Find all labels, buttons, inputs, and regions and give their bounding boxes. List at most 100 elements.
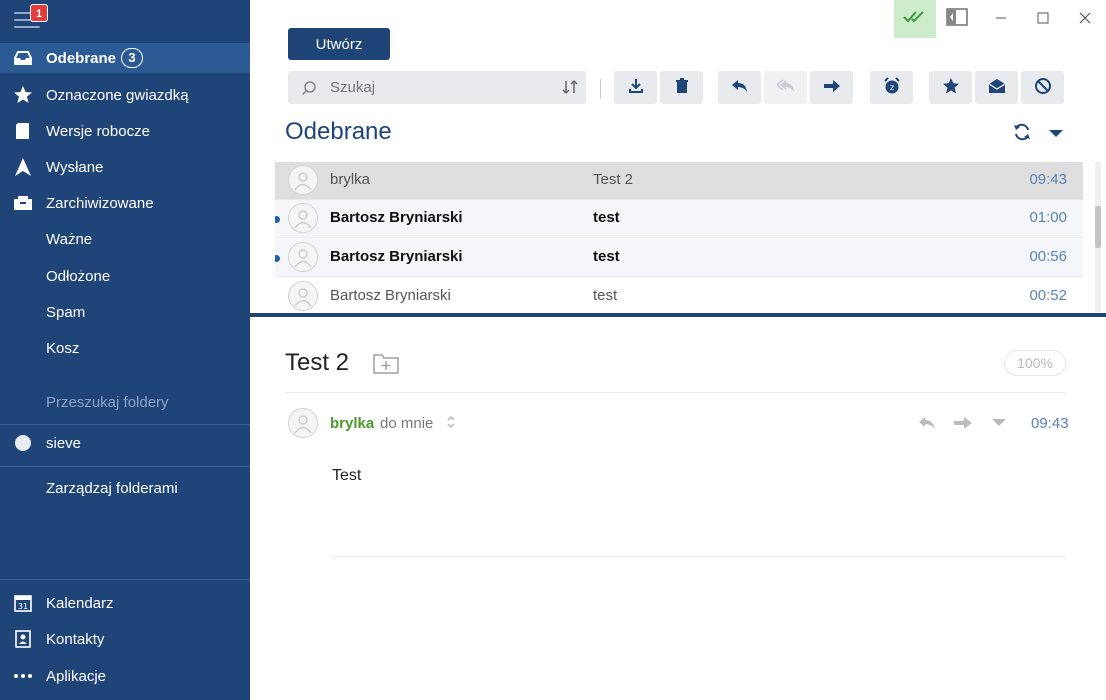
sidebar-item-label: Odłożone <box>46 267 111 285</box>
sidebar-item-calendar[interactable]: 31 Kalendarz <box>0 588 250 618</box>
sidebar-item-contacts[interactable]: Kontakty <box>0 624 250 654</box>
svg-text:31: 31 <box>18 602 28 611</box>
sync-status-button[interactable] <box>894 0 936 38</box>
sidebar-item-drafts[interactable]: Wersje robocze <box>0 116 250 146</box>
sidebar-item-label: Spam <box>46 303 86 321</box>
list-scrollbar[interactable] <box>1095 162 1101 312</box>
main-pane: Utwórz Szukaj z Odebrane brylka Test 2 0… <box>250 0 1106 700</box>
reply-icon <box>731 77 749 99</box>
search-input[interactable] <box>330 79 550 96</box>
mark-read-button[interactable] <box>975 71 1018 104</box>
message-time: 09:43 <box>1029 171 1067 188</box>
avatar <box>288 242 318 272</box>
panel-toggle-icon <box>946 8 968 30</box>
unread-dot-icon <box>275 255 280 262</box>
star-icon <box>942 77 960 99</box>
double-check-icon <box>903 10 927 28</box>
maximize-button[interactable] <box>1030 0 1056 38</box>
block-icon <box>1034 77 1052 99</box>
account-label: sieve <box>46 434 82 452</box>
sidebar-item-trash[interactable]: Kosz <box>0 333 250 363</box>
divider <box>332 556 1066 557</box>
recipient-label: do mnie <box>380 415 434 432</box>
sidebar-item-snoozed[interactable]: Odłożone <box>0 261 250 291</box>
message-time: 01:00 <box>1029 209 1067 226</box>
sidebar-item-label: Zarchiwizowane <box>46 194 154 212</box>
reply-all-button[interactable] <box>764 71 807 104</box>
sidebar-item-starred[interactable]: Oznaczone gwiazdką <box>0 80 250 110</box>
reply-icon[interactable] <box>916 412 938 434</box>
draft-icon <box>0 121 46 141</box>
zoom-level[interactable]: 100% <box>1004 350 1066 376</box>
expand-details-icon[interactable] <box>446 414 456 434</box>
toggle-panel-button[interactable] <box>942 0 972 38</box>
message-row[interactable]: Bartosz Bryniarski test 00:52 <box>275 278 1083 314</box>
calendar-icon: 31 <box>0 593 46 613</box>
close-window-button[interactable] <box>1072 0 1098 38</box>
message-sender: Bartosz Bryniarski <box>330 248 463 265</box>
folder-title: Odebrane <box>285 118 392 145</box>
alarm-clock-icon: z <box>883 76 901 99</box>
minimize-button[interactable] <box>988 0 1014 38</box>
star-button[interactable] <box>929 71 972 104</box>
download-icon <box>627 77 645 99</box>
maximize-icon <box>1037 11 1049 28</box>
message-list: brylka Test 2 09:43 Bartosz Bryniarski t… <box>275 162 1083 314</box>
sidebar-item-inbox[interactable]: Odebrane 3 <box>0 43 250 73</box>
sidebar-item-label: Kalendarz <box>46 594 114 612</box>
account-status-icon <box>15 435 31 451</box>
refresh-icon[interactable] <box>1012 122 1032 146</box>
sidebar-item-archived[interactable]: Zarchiwizowane <box>0 188 250 218</box>
manage-folders-link[interactable]: Zarządzaj folderami <box>0 473 250 503</box>
search-folders-label: Przeszukaj foldery <box>46 393 169 411</box>
sidebar-divider <box>0 579 250 580</box>
minimize-icon <box>995 11 1007 28</box>
sidebar-header: 1 <box>0 0 250 42</box>
sidebar-item-spam[interactable]: Spam <box>0 297 250 327</box>
avatar <box>288 281 318 311</box>
sender-avatar <box>288 408 318 438</box>
message-sender: brylka <box>330 171 371 188</box>
snooze-button[interactable]: z <box>870 71 913 104</box>
reply-button[interactable] <box>718 71 761 104</box>
message-row[interactable]: Bartosz Bryniarski test 01:00 <box>275 200 1083 238</box>
chevron-down-icon[interactable] <box>1048 126 1064 143</box>
pane-splitter[interactable] <box>250 313 1106 317</box>
sidebar-item-label: Kosz <box>46 339 80 357</box>
sender-name[interactable]: brylka <box>330 415 374 432</box>
scrollbar-thumb[interactable] <box>1095 206 1101 248</box>
sidebar-item-apps[interactable]: Aplikacje <box>0 661 250 691</box>
message-subject: test <box>593 287 618 304</box>
toolbar: z <box>288 71 1068 105</box>
sidebar-item-label: Kontakty <box>46 630 105 648</box>
archive-icon <box>0 193 46 213</box>
preview-subject: Test 2 <box>285 349 350 376</box>
forward-arrow-icon <box>823 77 841 99</box>
folder-add-icon[interactable] <box>372 351 400 379</box>
message-row[interactable]: brylka Test 2 09:43 <box>275 162 1083 200</box>
sidebar-item-label: Odebrane <box>46 49 117 67</box>
sort-icon[interactable] <box>562 79 578 99</box>
chevron-down-icon[interactable] <box>988 412 1010 434</box>
sidebar-divider <box>0 424 250 425</box>
forward-button[interactable] <box>810 71 853 104</box>
star-icon <box>0 85 46 105</box>
block-button[interactable] <box>1021 71 1064 104</box>
sidebar-item-account[interactable]: sieve <box>0 428 250 458</box>
message-time: 09:43 <box>1031 415 1069 432</box>
compose-button[interactable]: Utwórz <box>288 28 390 60</box>
message-subject: Test 2 <box>593 171 634 188</box>
divider <box>285 392 1066 393</box>
download-button[interactable] <box>614 71 657 104</box>
search-box[interactable] <box>288 71 586 104</box>
sidebar-item-sent[interactable]: Wysłane <box>0 152 250 182</box>
forward-arrow-icon[interactable] <box>952 412 974 434</box>
search-icon <box>288 80 330 96</box>
delete-button[interactable] <box>660 71 703 104</box>
notification-badge: 1 <box>30 4 48 22</box>
sidebar: 1 Odebrane 3 Oznaczone gwiazdką Wersje r… <box>0 0 250 700</box>
unread-count-badge: 3 <box>121 48 144 68</box>
sidebar-item-important[interactable]: Ważne <box>0 224 250 254</box>
search-folders-link[interactable]: Przeszukaj foldery <box>0 387 250 417</box>
message-row[interactable]: Bartosz Bryniarski test 00:56 <box>275 239 1083 277</box>
